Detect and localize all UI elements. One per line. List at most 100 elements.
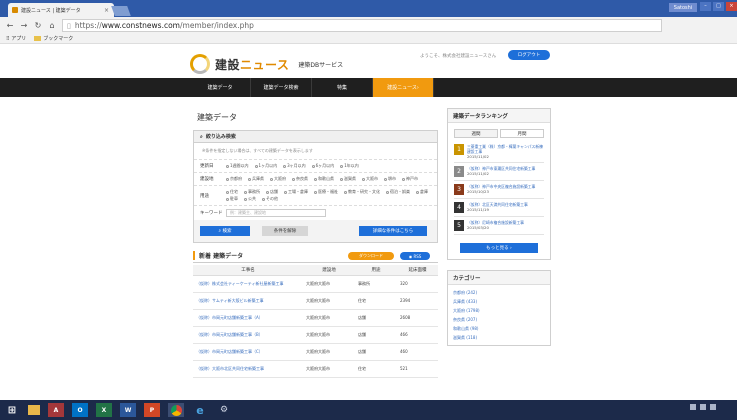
cell-use: 店舗	[355, 326, 397, 344]
radio-circle-icon	[416, 190, 419, 194]
radio-option[interactable]: 宿泊・娯楽	[386, 189, 410, 195]
tab-monthly[interactable]: 月間	[500, 129, 544, 138]
download-button[interactable]: ダウンロード	[348, 252, 394, 260]
radio-option[interactable]: 京都府	[226, 176, 242, 182]
nav-item-2[interactable]: 特集	[312, 78, 373, 97]
radio-option[interactable]: 駐車	[226, 196, 238, 202]
cell-name[interactable]: （仮称）市岡元町店舗新築工事（C）	[193, 343, 303, 361]
ranking-item[interactable]: 2 （仮称）神戸市東灘区共同住宅新築工事 2015/11/02	[454, 163, 544, 181]
radio-option[interactable]: 倉庫	[416, 189, 428, 195]
site-logo[interactable]: 建設ニュース 建築DBサービス	[190, 54, 343, 74]
bookmark-folder[interactable]: ブックマーク	[34, 35, 73, 42]
chrome-app-icon[interactable]	[168, 403, 184, 417]
rss-button[interactable]: ◉ RSS	[400, 252, 430, 260]
category-link[interactable]: 和歌山県 (98)	[448, 324, 550, 333]
nav-item-3[interactable]: 建設ニュース ›	[373, 78, 434, 97]
logout-button[interactable]: ログアウト	[508, 50, 550, 60]
radio-option[interactable]: 奈良県	[292, 176, 308, 182]
radio-option[interactable]: 神戸市	[402, 176, 418, 182]
ranking-tabs: 週間 月間	[448, 123, 550, 138]
category-link[interactable]: 京都府 (242)	[448, 288, 550, 297]
cell-name[interactable]: （仮称）サムティ新大阪ビル新築工事	[193, 292, 303, 310]
table-row[interactable]: （仮称）市岡元町店舗新築工事（C） 大阪府大阪市 店舗 460	[193, 343, 438, 361]
ranking-item[interactable]: 3 （仮称）神戸市中央区複合施設新築工事 2015/10/23	[454, 181, 544, 199]
radio-option[interactable]: 1ヶ月以内	[254, 163, 277, 169]
radio-option[interactable]: 6ヶ月以内	[311, 163, 334, 169]
table-row[interactable]: （仮称）市岡元町店舗新築工事（A） 大阪府大阪市 店舗 2608	[193, 309, 438, 327]
cell-area: 466	[397, 326, 438, 344]
access-app-icon[interactable]: A	[48, 403, 64, 417]
radio-option[interactable]: 店舗	[266, 189, 278, 195]
nav-item-0[interactable]: 建築データ	[190, 78, 251, 97]
cell-name[interactable]: （仮称）市岡元町店舗新築工事（A）	[193, 309, 303, 327]
home-icon[interactable]: ⌂	[48, 21, 56, 30]
radio-option[interactable]: 滋賀県	[340, 176, 356, 182]
bookmark-apps[interactable]: ⠿ アプリ	[6, 35, 26, 42]
radio-option[interactable]: 住宅	[226, 189, 238, 195]
excel-app-icon[interactable]: X	[96, 403, 112, 417]
powerpoint-app-icon[interactable]: P	[144, 403, 160, 417]
file-explorer-icon[interactable]	[28, 405, 40, 415]
settings-app-icon[interactable]: ⚙	[216, 403, 232, 417]
table-row[interactable]: （仮称）株式会社ティーケーティ新社屋新築工事 大阪府大阪市 事務所 320	[193, 275, 438, 293]
keyword-input[interactable]: 例：建築主、建設地	[226, 209, 326, 217]
filter-note: ※条件を指定しない場合は、すべての建築データを表示します	[194, 143, 437, 160]
radio-option[interactable]: 3ヶ月以内	[283, 163, 306, 169]
word-app-icon[interactable]: W	[120, 403, 136, 417]
category-link[interactable]: 兵庫県 (433)	[448, 297, 550, 306]
category-link[interactable]: 奈良県 (207)	[448, 315, 550, 324]
cell-place: 大阪府大阪市	[303, 309, 355, 327]
radio-option[interactable]: 工場・倉庫	[284, 189, 308, 195]
radio-option[interactable]: 1年以内	[340, 163, 359, 169]
cell-name[interactable]: （仮称）市岡元町店舗新築工事（B）	[193, 326, 303, 344]
forward-arrow-icon[interactable]: →	[20, 21, 28, 30]
outlook-app-icon[interactable]: O	[72, 403, 88, 417]
radio-option[interactable]: 堺市	[384, 176, 396, 182]
ranking-item[interactable]: 1 三菱重工業（株）京都・樟葉キャンパス新棟建設工事 2015/11/02	[454, 141, 544, 163]
close-window-icon[interactable]: ×	[726, 2, 737, 11]
tab-close-icon[interactable]: ×	[104, 7, 109, 14]
table-row[interactable]: （仮称）市岡元町店舗新築工事（B） 大阪府大阪市 店舗 466	[193, 326, 438, 344]
back-arrow-icon[interactable]: ←	[6, 21, 14, 30]
ranking-date: 2015/11/19	[467, 207, 489, 212]
tray-icon[interactable]	[690, 404, 696, 410]
radio-option[interactable]: 教育・研究・文化	[344, 189, 380, 195]
radio-option[interactable]: 大阪府	[270, 176, 286, 182]
radio-circle-icon	[266, 190, 269, 194]
reload-icon[interactable]: ↻	[34, 21, 42, 30]
nav-item-1[interactable]: 建築データ検索	[251, 78, 312, 97]
maximize-icon[interactable]: □	[713, 2, 724, 11]
profile-badge[interactable]: Satoshi	[669, 3, 697, 12]
search-button[interactable]: ⌕ 検索	[200, 226, 250, 236]
cell-name[interactable]: （仮称）株式会社ティーケーティ新社屋新築工事	[193, 275, 303, 293]
radio-option[interactable]: その他	[262, 196, 278, 202]
category-link[interactable]: 滋賀県 (118)	[448, 333, 550, 342]
more-button[interactable]: もっと見る ›	[460, 243, 538, 253]
clear-button[interactable]: 条件を解除	[262, 226, 308, 236]
radio-option[interactable]: 和歌山県	[314, 176, 334, 182]
tray-icon[interactable]	[710, 404, 716, 410]
radio-option[interactable]: 1週間以内	[226, 163, 249, 169]
tray-icon[interactable]	[700, 404, 706, 410]
minimize-icon[interactable]: –	[700, 2, 711, 11]
radio-option[interactable]: 医療・福祉	[314, 189, 338, 195]
filter-label: キーワード	[200, 211, 223, 216]
radio-option[interactable]: 大阪市	[362, 176, 378, 182]
table-row[interactable]: （仮称）大阪市北区共同住宅新築工事 大阪府大阪市 住宅 521	[193, 360, 438, 378]
ranking-item[interactable]: 5 （仮称）尼崎市複合施設新築工事 2015/03/20	[454, 217, 544, 235]
windows-start-icon[interactable]: ⊞	[4, 403, 20, 417]
cell-name[interactable]: （仮称）大阪市北区共同住宅新築工事	[193, 360, 303, 378]
ie-app-icon[interactable]: e	[192, 403, 208, 417]
url-bar[interactable]: ▯ https://www.constnews.com/member/index…	[62, 19, 662, 32]
advanced-search-button[interactable]: 詳細な条件はこちら	[359, 226, 427, 236]
cell-use: 事務所	[355, 275, 397, 293]
radio-option[interactable]: 公共	[244, 196, 256, 202]
category-link[interactable]: 大阪府 (1798)	[448, 306, 550, 315]
ranking-item[interactable]: 4 （仮称）北区天満共同住宅新築工事 2015/11/19	[454, 199, 544, 217]
radio-option[interactable]: 事務所	[244, 189, 260, 195]
browser-tab[interactable]: 建設ニュース | 建築データ ×	[8, 3, 114, 17]
tab-weekly[interactable]: 週間	[454, 129, 498, 138]
new-tab-button[interactable]	[111, 6, 131, 16]
table-row[interactable]: （仮称）サムティ新大阪ビル新築工事 大阪府大阪市 住宅 2394	[193, 292, 438, 310]
radio-option[interactable]: 兵庫県	[248, 176, 264, 182]
